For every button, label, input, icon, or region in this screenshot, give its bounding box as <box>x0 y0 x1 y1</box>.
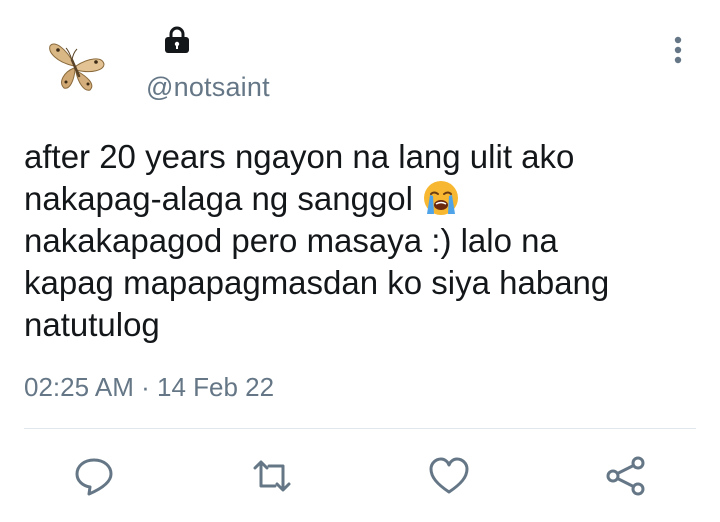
tweet-card: @notsaint after 20 years ngayon na lang … <box>0 0 720 522</box>
avatar[interactable] <box>44 38 108 98</box>
more-vertical-icon[interactable] <box>664 30 692 70</box>
author-handle[interactable]: @notsaint <box>146 72 270 103</box>
tweet-timestamp: 02:25 AM · 14 Feb 22 <box>24 372 274 403</box>
tweet-text-part1: after 20 years ngayon na lang ulit ako n… <box>24 138 575 217</box>
retweet-icon[interactable] <box>250 454 294 498</box>
loudly-crying-face-icon <box>422 179 460 217</box>
tweet-time: 02:25 AM <box>24 372 134 402</box>
timestamp-separator: · <box>141 372 150 402</box>
tweet-text-part2: nakakapagod pero masaya :) lalo na kapag… <box>24 222 610 343</box>
tweet-text: after 20 years ngayon na lang ulit ako n… <box>24 136 696 346</box>
lock-icon <box>163 26 191 54</box>
divider <box>24 428 696 429</box>
reply-icon[interactable] <box>72 454 116 498</box>
share-icon[interactable] <box>604 454 648 498</box>
tweet-date: 14 Feb 22 <box>157 372 275 402</box>
butterfly-icon <box>49 43 105 91</box>
heart-icon[interactable] <box>427 454 471 498</box>
